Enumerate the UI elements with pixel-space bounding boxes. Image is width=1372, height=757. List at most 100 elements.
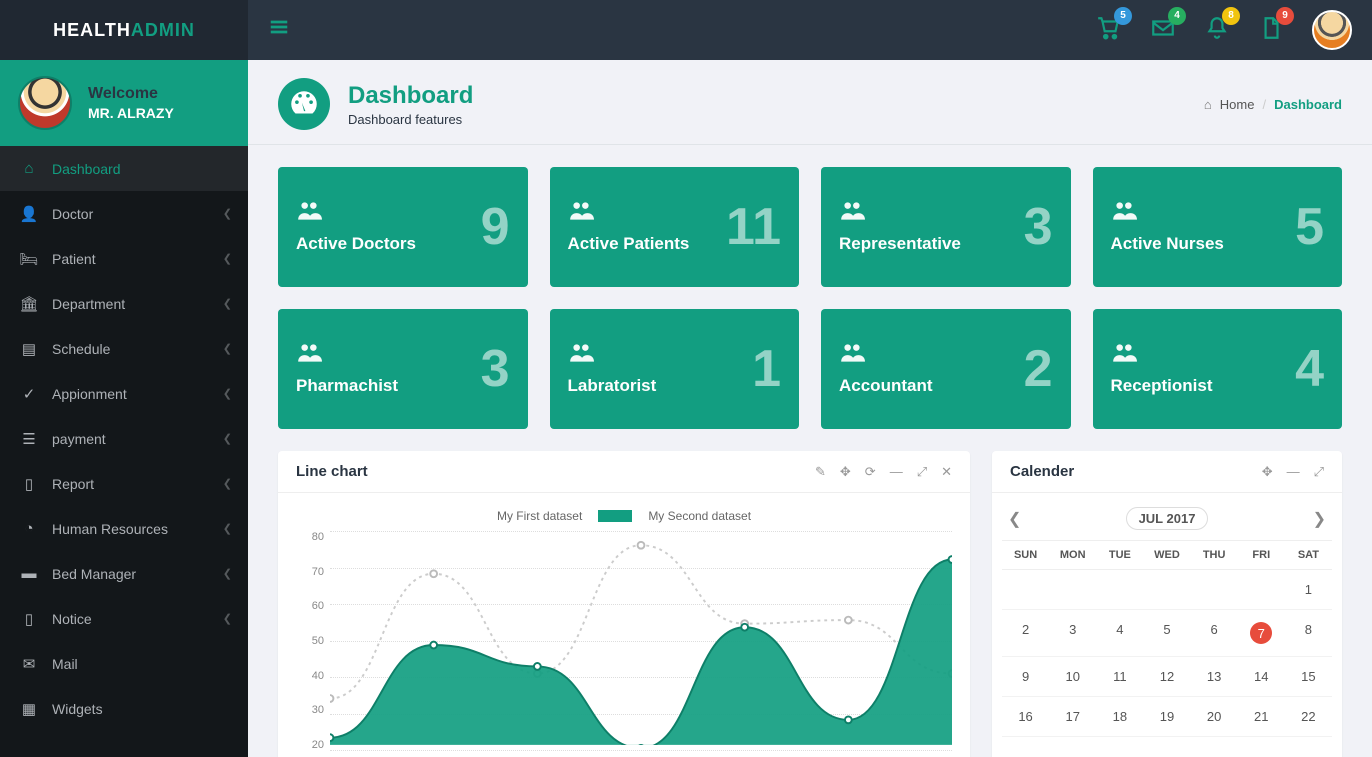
expand-icon[interactable]: ⤢ [917,464,927,480]
breadcrumb-home[interactable]: Home [1220,97,1255,112]
refresh-icon[interactable]: ⟳ [865,464,876,480]
cart-icon[interactable]: 5 [1096,15,1122,46]
nav-icon: ✓ [18,385,40,403]
stat-label: Accountant [839,376,1053,396]
stat-card-accountant[interactable]: Accountant2 [821,309,1071,429]
y-tick: 60 [298,600,324,612]
stat-label: Receptionist [1111,376,1325,396]
doc-icon[interactable]: 9 [1258,15,1284,46]
calendar-day[interactable]: 18 [1096,697,1143,737]
sidebar-item-patient[interactable]: 🛏Patient❮ [0,236,248,281]
minimize-icon[interactable]: — [890,464,903,480]
calendar-day[interactable]: 12 [1143,657,1190,697]
sidebar-item-notice[interactable]: ▯Notice❮ [0,596,248,641]
stat-card-active-patients[interactable]: Active Patients11 [550,167,800,287]
y-tick: 70 [298,566,324,578]
sidebar-item-department[interactable]: 🏛Department❮ [0,281,248,326]
chevron-right-icon: ❮ [223,387,232,400]
calendar-day[interactable]: 20 [1191,697,1238,737]
calendar-dow: FRI [1238,540,1285,570]
sidebar-item-human-resources[interactable]: ◔Human Resources❮ [0,506,248,551]
calendar-day[interactable]: 11 [1096,657,1143,697]
nav-label: Widgets [52,701,103,717]
legend-series-2: My Second dataset [648,509,751,523]
nav-label: Dashboard [52,161,121,177]
stat-value: 4 [1295,339,1324,399]
bell-icon[interactable]: 8 [1204,15,1230,46]
calendar-day [1049,570,1096,610]
calendar-day[interactable]: 6 [1191,610,1238,657]
welcome-card: Welcome MR. ALRAZY [0,60,248,146]
stat-card-receptionist[interactable]: Receptionist4 [1093,309,1343,429]
calendar-day[interactable]: 2 [1002,610,1049,657]
calendar-day[interactable]: 19 [1143,697,1190,737]
sidebar-item-report[interactable]: ▯Report❮ [0,461,248,506]
calendar-next-icon[interactable]: ❯ [1313,509,1326,529]
stat-card-pharmachist[interactable]: Pharmachist3 [278,309,528,429]
calendar-dow: SUN [1002,540,1049,570]
sidebar-item-payment[interactable]: ☰payment❮ [0,416,248,461]
chevron-right-icon: ❮ [223,522,232,535]
calendar-grid: SUNMONTUEWEDTHUFRISAT1234567891011121314… [1002,540,1332,737]
calendar-day[interactable]: 13 [1191,657,1238,697]
close-icon[interactable]: ✕ [941,464,952,480]
calendar-day[interactable]: 9 [1002,657,1049,697]
calendar-day[interactable]: 15 [1285,657,1332,697]
calendar-dow: MON [1049,540,1096,570]
sidebar-toggle-icon[interactable] [268,16,290,44]
stat-value: 1 [752,339,781,399]
panel-tools: ✎ ✥ ⟳ — ⤢ ✕ [815,464,952,480]
stat-card-labratorist[interactable]: Labratorist1 [550,309,800,429]
calendar-day [1002,570,1049,610]
breadcrumb-separator: / [1262,97,1266,112]
calendar-day[interactable]: 3 [1049,610,1096,657]
stat-card-representative[interactable]: Representative3 [821,167,1071,287]
calendar-day[interactable]: 22 [1285,697,1332,737]
sidebar-item-widgets[interactable]: ▦Widgets [0,686,248,731]
calendar-day[interactable]: 16 [1002,697,1049,737]
sidebar-item-dashboard[interactable]: ⌂Dashboard [0,146,248,191]
sidebar-item-doctor[interactable]: 👤Doctor❮ [0,191,248,236]
calendar-day[interactable]: 10 [1049,657,1096,697]
calendar-day[interactable]: 8 [1285,610,1332,657]
user-avatar-icon[interactable] [18,76,72,130]
stat-label: Representative [839,234,1053,254]
dashboard-gauge-icon [278,78,330,130]
sidebar-item-schedule[interactable]: ▤Schedule❮ [0,326,248,371]
calendar-day[interactable]: 5 [1143,610,1190,657]
linechart-panel: Line chart ✎ ✥ ⟳ — ⤢ ✕ My First dataset … [278,451,970,757]
sidebar-item-mail[interactable]: ✉Mail [0,641,248,686]
calendar-prev-icon[interactable]: ❮ [1008,509,1021,529]
minimize-icon[interactable]: — [1287,464,1300,480]
move-icon[interactable]: ✥ [840,464,851,480]
users-icon [568,342,782,370]
calendar-month-label[interactable]: JUL 2017 [1126,507,1209,530]
move-icon[interactable]: ✥ [1262,464,1273,480]
stat-card-active-doctors[interactable]: Active Doctors9 [278,167,528,287]
legend-series-1: My First dataset [497,509,582,523]
sidebar-item-bed-manager[interactable]: ▬Bed Manager❮ [0,551,248,596]
nav-label: Doctor [52,206,93,222]
edit-icon[interactable]: ✎ [815,464,826,480]
brand-logo[interactable]: HEALTH ADMIN [0,0,248,60]
nav-icon: ▯ [18,610,40,628]
home-icon: ⌂ [1204,97,1212,112]
nav-label: Mail [52,656,78,672]
stat-card-active-nurses[interactable]: Active Nurses5 [1093,167,1343,287]
calendar-dow: SAT [1285,540,1332,570]
calendar-day[interactable]: 4 [1096,610,1143,657]
y-tick: 30 [298,704,324,716]
badge-count: 9 [1276,7,1294,25]
mail-icon[interactable]: 4 [1150,15,1176,46]
user-avatar-icon[interactable] [1312,10,1352,50]
nav-label: Report [52,476,94,492]
calendar-day[interactable]: 17 [1049,697,1096,737]
users-icon [1111,200,1325,228]
calendar-day[interactable]: 21 [1238,697,1285,737]
calendar-day[interactable]: 14 [1238,657,1285,697]
stat-value: 9 [481,197,510,257]
sidebar-item-appionment[interactable]: ✓Appionment❮ [0,371,248,416]
expand-icon[interactable]: ⤢ [1314,464,1324,480]
calendar-day[interactable]: 1 [1285,570,1332,610]
calendar-day[interactable]: 7 [1238,610,1285,657]
